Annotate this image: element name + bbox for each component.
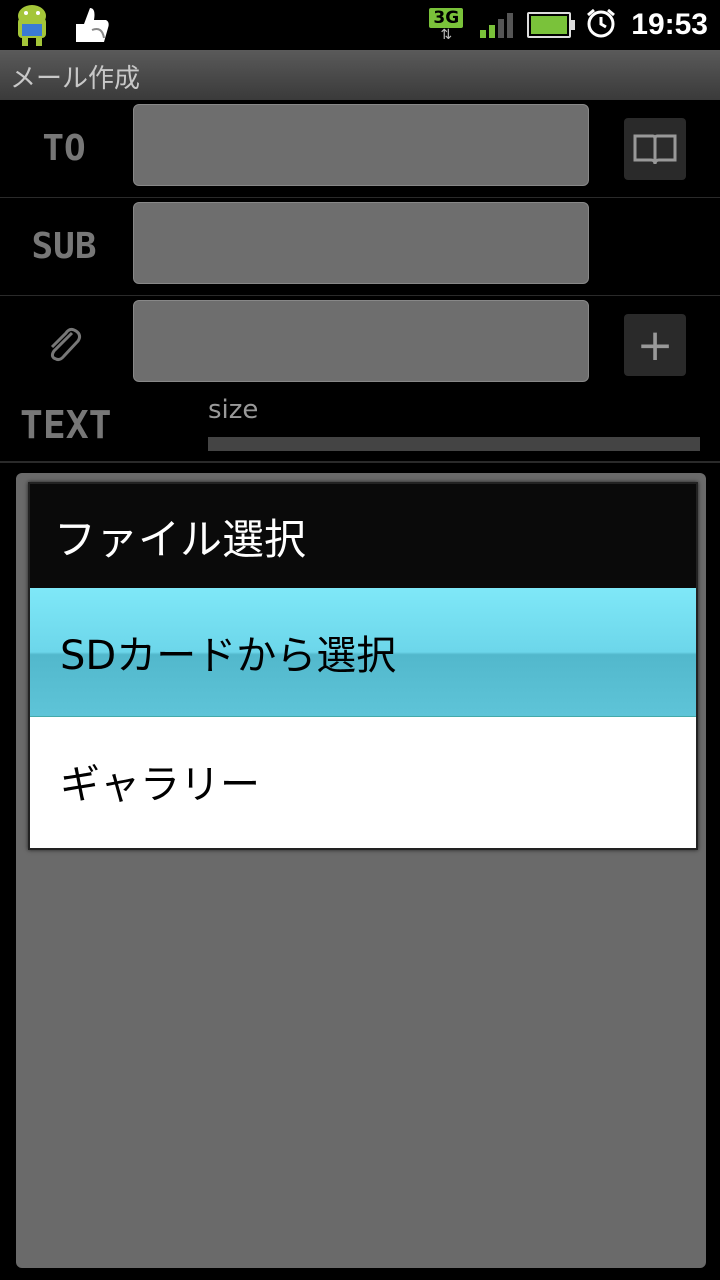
- to-row: TO: [0, 100, 720, 199]
- attachment-row: +: [0, 296, 720, 395]
- option-label: ギャラリー: [60, 762, 260, 808]
- subject-input[interactable]: [133, 202, 589, 284]
- address-book-button[interactable]: [624, 118, 686, 180]
- file-select-dialog: ファイル選択 SDカードから選択 ギャラリー: [28, 482, 698, 850]
- attachment-input[interactable]: [133, 300, 589, 382]
- text-label: TEXT: [20, 403, 112, 447]
- status-time: 19:53: [631, 8, 708, 41]
- to-label: TO: [42, 128, 86, 169]
- size-label: size: [208, 395, 259, 425]
- thumbs-up-icon: [68, 2, 114, 52]
- status-bar: 3G ⇅ 19:53: [0, 0, 720, 50]
- android-app-icon: [10, 2, 54, 52]
- size-progress-bar: [208, 437, 700, 451]
- signal-icon: [480, 12, 514, 38]
- battery-icon: [527, 12, 576, 38]
- dialog-title: ファイル選択: [30, 484, 696, 588]
- title-bar: メール作成: [0, 50, 720, 100]
- page-title: メール作成: [10, 64, 141, 94]
- network-3g-icon: 3G ⇅: [426, 8, 466, 42]
- plus-icon: +: [636, 319, 674, 371]
- book-icon: [633, 134, 677, 165]
- add-attachment-button[interactable]: +: [624, 314, 686, 376]
- paperclip-icon: [50, 327, 82, 361]
- text-row: TEXT size: [0, 393, 720, 463]
- option-sd-card[interactable]: SDカードから選択: [30, 588, 696, 717]
- sub-row: SUB: [0, 198, 720, 297]
- option-label: SDカードから選択: [60, 633, 397, 679]
- alarm-clock-icon: [585, 7, 617, 43]
- to-input[interactable]: [133, 104, 589, 186]
- option-gallery[interactable]: ギャラリー: [30, 717, 696, 845]
- attachment-label: [0, 296, 128, 393]
- sub-label: SUB: [31, 226, 97, 267]
